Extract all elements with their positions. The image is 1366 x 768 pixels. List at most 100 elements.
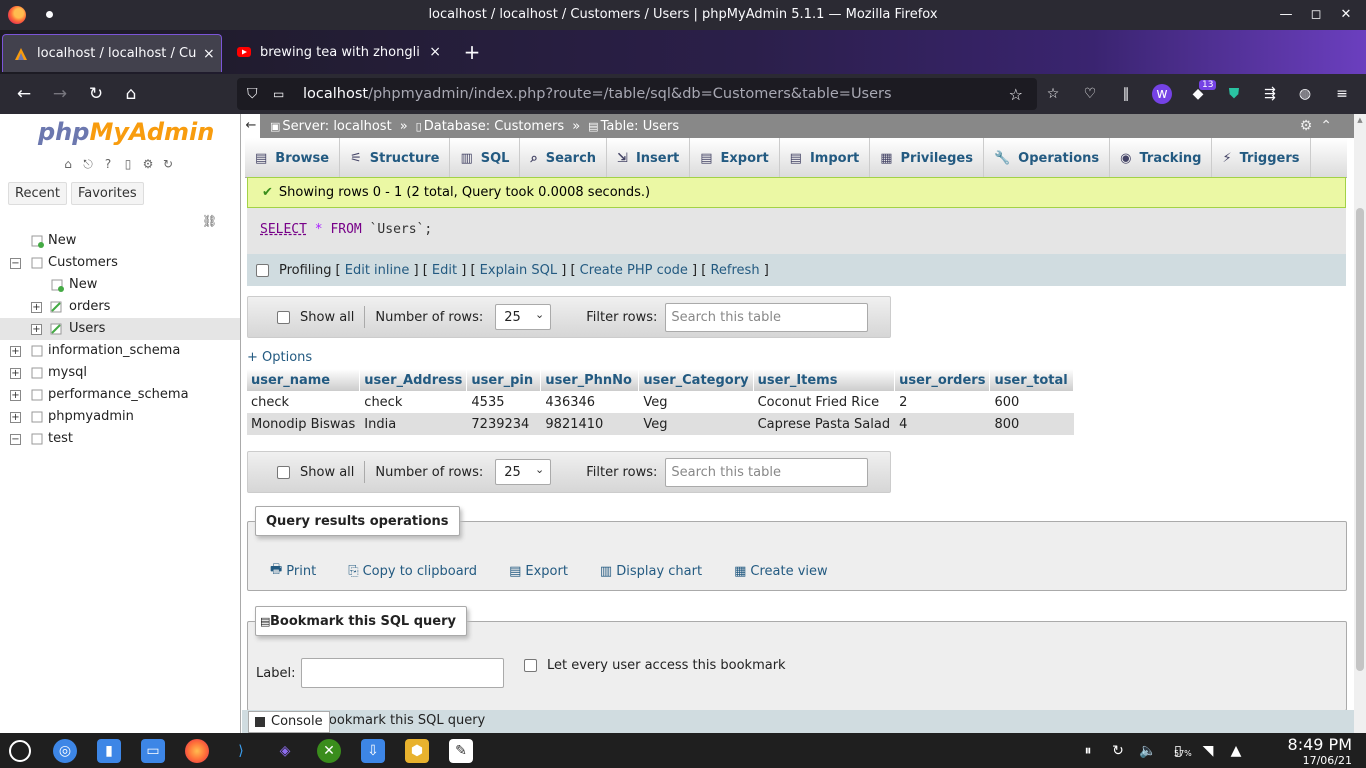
table-cell[interactable]: 7239234: [466, 413, 541, 435]
tab-search[interactable]: ⌕ Search: [520, 138, 608, 178]
table-cell[interactable]: Veg: [638, 413, 754, 435]
discord-icon[interactable]: ◈: [273, 739, 297, 763]
create-php-code-link[interactable]: Create PHP code: [580, 263, 688, 278]
scrollbar-thumb[interactable]: [1356, 208, 1364, 671]
recent-button[interactable]: Recent: [8, 182, 67, 205]
sql-docs-icon[interactable]: ▯: [120, 156, 136, 172]
column-header[interactable]: user_Category: [638, 369, 754, 391]
breadcrumb-server[interactable]: ▣ Server: localhost: [270, 119, 392, 134]
bookmark-submit-button[interactable]: Bookmark this SQL query: [320, 713, 485, 728]
edit-link[interactable]: Edit: [432, 263, 457, 278]
library-icon[interactable]: ∥: [1116, 84, 1136, 104]
minimize-button[interactable]: —: [1276, 5, 1296, 25]
tracking-protection-shield-icon[interactable]: ⛉: [247, 86, 263, 102]
sql-keyword-select[interactable]: SELECT: [260, 222, 307, 237]
tab-tracking[interactable]: ◉ Tracking: [1110, 138, 1213, 178]
collapse-icon[interactable]: −: [10, 258, 21, 269]
logout-icon[interactable]: ⎋: [80, 156, 96, 172]
explain-sql-link[interactable]: Explain SQL: [480, 263, 557, 278]
expand-icon[interactable]: +: [31, 324, 42, 335]
column-header[interactable]: user_pin: [466, 369, 542, 391]
tab-import[interactable]: ▤ Import: [780, 138, 871, 178]
docs-icon[interactable]: ?: [100, 156, 116, 172]
hamburger-menu-icon[interactable]: ≡: [1332, 84, 1352, 104]
column-header[interactable]: user_Items: [753, 369, 896, 391]
app-launcher-icon[interactable]: [9, 740, 31, 762]
edit-inline-link[interactable]: Edit inline: [345, 263, 410, 278]
print-link[interactable]: 🖶 Print: [270, 560, 316, 582]
tree-item-new[interactable]: New: [0, 230, 240, 252]
tree-item-information-schema[interactable]: + information_schema: [0, 340, 240, 362]
show-all-checkbox[interactable]: [277, 310, 290, 324]
profiling-checkbox[interactable]: [256, 263, 269, 277]
tree-item-customers[interactable]: − Customers: [0, 252, 240, 274]
tree-item-users[interactable]: + Users: [0, 318, 240, 340]
shield-extension-icon[interactable]: ⛊: [1224, 84, 1244, 104]
table-cell[interactable]: check: [247, 391, 360, 413]
tree-item-new-table[interactable]: New: [0, 274, 240, 296]
tray-expand-icon[interactable]: ▲: [1226, 741, 1246, 761]
pause-icon[interactable]: ⏸: [1078, 741, 1098, 761]
filter-rows-input[interactable]: Search this table: [665, 457, 869, 487]
table-cell[interactable]: India: [359, 413, 467, 435]
table-cell[interactable]: Monodip Biswas: [247, 413, 360, 435]
tab-triggers[interactable]: ⚡ Triggers: [1212, 138, 1311, 178]
reload-button[interactable]: ↻: [84, 82, 108, 106]
pocket-icon[interactable]: ♡: [1080, 84, 1100, 104]
refresh-icon[interactable]: ↻: [1108, 741, 1128, 761]
close-window-button[interactable]: ✕: [1336, 5, 1356, 25]
console-toggle-button[interactable]: Console: [248, 711, 330, 733]
tab-insert[interactable]: ⇲ Insert: [607, 138, 691, 178]
page-info-icon[interactable]: ▭: [273, 87, 287, 101]
wifi-icon[interactable]: ◥: [1198, 741, 1218, 761]
table-cell[interactable]: 4535: [466, 391, 541, 413]
column-header[interactable]: user_PhnNo: [540, 369, 640, 391]
tab-browse[interactable]: ▤ Browse: [245, 138, 341, 178]
table-cell[interactable]: 600: [989, 391, 1074, 413]
back-button[interactable]: ←: [12, 82, 36, 106]
display-chart-link[interactable]: ▥ Display chart: [600, 560, 702, 582]
tree-item-mysql[interactable]: + mysql: [0, 362, 240, 384]
share-extension-icon[interactable]: ⇶: [1260, 84, 1280, 104]
reload-nav-icon[interactable]: ↻: [160, 156, 176, 172]
options-toggle-link[interactable]: + Options: [247, 350, 312, 365]
w-extension-icon[interactable]: w: [1152, 84, 1172, 104]
close-tab-icon[interactable]: ×: [429, 44, 441, 60]
filter-rows-input[interactable]: Search this table: [665, 302, 869, 332]
settings-gear-icon[interactable]: ⚙: [140, 156, 156, 172]
pocket-save-icon[interactable]: ☆: [1043, 84, 1063, 104]
tab-sql[interactable]: ▥ SQL: [450, 138, 521, 178]
column-header[interactable]: user_Address: [359, 369, 468, 391]
tree-item-phpmyadmin[interactable]: + phpmyadmin: [0, 406, 240, 428]
files-icon[interactable]: ▭: [141, 739, 165, 763]
firefox-taskbar-icon[interactable]: [185, 739, 209, 763]
scroll-up-arrow-icon[interactable]: ▲: [1356, 116, 1364, 124]
collapse-icon[interactable]: −: [10, 434, 21, 445]
url-bar[interactable]: ⛉ ▭ localhost/phpmyadmin/index.php?route…: [237, 78, 1037, 110]
download-manager-icon[interactable]: ⇩: [361, 739, 385, 763]
favorites-button[interactable]: Favorites: [70, 182, 144, 205]
tab-structure[interactable]: ⚟ Structure: [340, 138, 451, 178]
table-cell[interactable]: check: [359, 391, 467, 413]
expand-icon[interactable]: +: [10, 390, 21, 401]
tab-operations[interactable]: 🔧 Operations: [984, 138, 1111, 178]
table-cell[interactable]: 4: [894, 413, 990, 435]
tab-youtube[interactable]: brewing tea with zhongli ×: [226, 30, 441, 74]
table-row[interactable]: Monodip Biswas India 7239234 9821410 Veg…: [247, 413, 1074, 435]
tab-privileges[interactable]: ▦ Privileges: [870, 138, 984, 178]
sql-query-display[interactable]: SELECT * FROM `Users`;: [247, 208, 1346, 254]
table-row[interactable]: check check 4535 436346 Veg Coconut Frie…: [247, 391, 1074, 413]
rows-per-page-select[interactable]: 25 ⌄: [495, 459, 552, 485]
table-cell[interactable]: 800: [989, 413, 1074, 435]
expand-icon[interactable]: +: [10, 368, 21, 379]
rows-per-page-select[interactable]: 25 ⌄: [495, 304, 552, 330]
store-icon[interactable]: ▮: [97, 739, 121, 763]
breadcrumb-database[interactable]: ▯ Database: Customers: [416, 119, 565, 134]
tree-item-performance-schema[interactable]: + performance_schema: [0, 384, 240, 406]
link-with-main-panel-icon[interactable]: ⛓: [202, 214, 217, 228]
inkscape-icon[interactable]: ✎: [449, 739, 473, 763]
refresh-link[interactable]: Refresh: [710, 263, 759, 278]
collapse-sidebar-icon[interactable]: ←: [242, 114, 260, 138]
export-link[interactable]: ▤ Export: [509, 560, 568, 582]
bookmark-share-checkbox[interactable]: [524, 659, 537, 672]
